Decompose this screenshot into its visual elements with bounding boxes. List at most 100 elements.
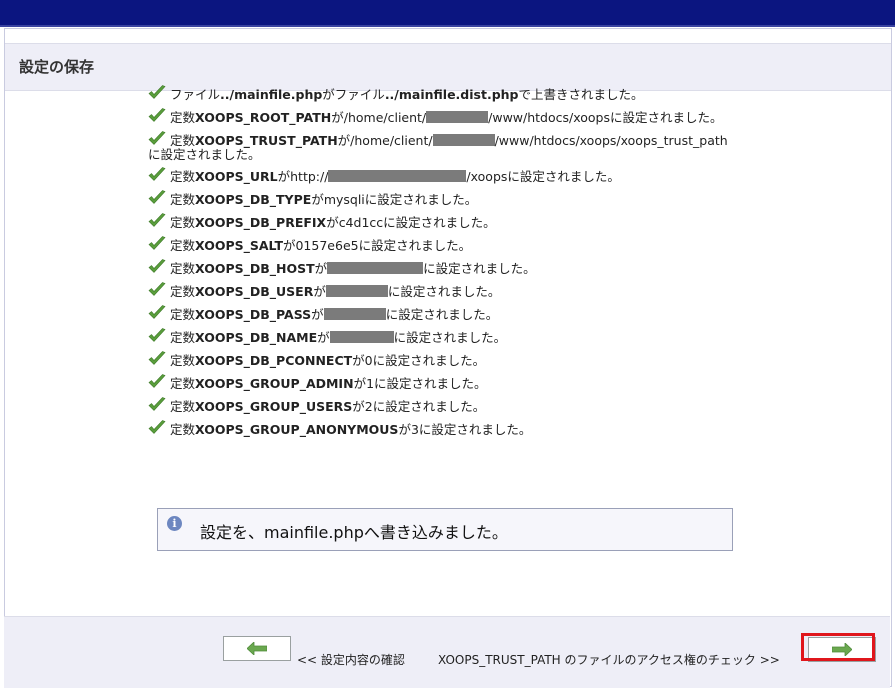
list-item: 定数XOOPS_SALTが0157e6e5に設定されました。: [148, 236, 788, 253]
msg-text: がc4d1ccに設定されました。: [326, 215, 496, 230]
back-button[interactable]: [223, 636, 291, 661]
constant-name: XOOPS_DB_PREFIX: [195, 215, 327, 230]
msg-bold: /mainfile.php: [229, 87, 323, 102]
result-list: ファイル../mainfile.phpがファイル../mainfile.dist…: [148, 85, 788, 446]
msg-text: に設定されました。: [423, 261, 536, 276]
msg-text: が/home/client/: [331, 110, 427, 125]
navigation-footer: << 設定内容の確認 XOOPS_TRUST_PATH のファイルのアクセス権の…: [4, 616, 890, 688]
constant-name: XOOPS_DB_USER: [195, 284, 314, 299]
arrow-left-icon: [247, 642, 267, 655]
list-item: 定数XOOPS_DB_PASSが に設定されました。: [148, 305, 788, 322]
check-icon: [148, 213, 166, 229]
check-icon: [148, 190, 166, 206]
redacted-block: [327, 262, 424, 274]
redacted-block: [325, 285, 388, 297]
check-icon: [148, 236, 166, 252]
msg-prefix: 定数: [170, 353, 196, 368]
list-item: 定数XOOPS_DB_HOSTが に設定されました。: [148, 259, 788, 276]
constant-name: XOOPS_SALT: [195, 238, 283, 253]
msg-prefix: 定数: [170, 169, 196, 184]
check-icon: [148, 328, 166, 344]
msg-text: が: [317, 330, 330, 345]
constant-name: XOOPS_DB_PCONNECT: [195, 353, 353, 368]
msg-text: がhttp://: [277, 169, 329, 184]
top-banner: [0, 0, 895, 28]
check-icon: [148, 374, 166, 390]
list-item: 定数XOOPS_DB_TYPEがmysqliに設定されました。: [148, 190, 788, 207]
msg-text: に設定されました。: [387, 284, 501, 299]
msg-text: が/home/client/: [337, 133, 433, 148]
constant-name: XOOPS_DB_TYPE: [195, 192, 312, 207]
msg-prefix: 定数: [170, 133, 196, 148]
next-link[interactable]: XOOPS_TRUST_PATH のファイルのアクセス権のチェック >>: [438, 651, 780, 668]
check-icon: [148, 259, 166, 275]
list-item: ファイル../mainfile.phpがファイル../mainfile.dist…: [148, 85, 788, 102]
constant-name: XOOPS_GROUP_ANONYMOUS: [195, 422, 399, 437]
list-item: 定数XOOPS_GROUP_USERSが2に設定されました。: [148, 397, 788, 414]
list-item: 定数XOOPS_DB_PREFIXがc4d1ccに設定されました。: [148, 213, 788, 230]
info-message: i 設定を、mainfile.phpへ書き込みました。: [157, 508, 733, 551]
list-item: 定数XOOPS_ROOT_PATHが/home/client/ /www/htdo…: [148, 108, 788, 125]
redacted-block: [323, 308, 386, 320]
msg-text: が: [311, 307, 324, 322]
msg-text: で上書きされました。: [518, 87, 644, 102]
constant-name: XOOPS_GROUP_USERS: [195, 399, 353, 414]
redacted-block: [328, 170, 467, 182]
check-icon: [148, 305, 166, 321]
msg-prefix: 定数: [170, 110, 196, 125]
check-icon: [148, 167, 166, 183]
msg-prefix: 定数: [170, 284, 196, 299]
list-item: 定数XOOPS_URLがhttp:// /xoopsに設定されました。: [148, 167, 788, 184]
msg-text: が1に設定されました。: [353, 376, 487, 391]
msg-bold: ..: [220, 87, 230, 102]
redacted-block: [329, 331, 394, 343]
msg-prefix: 定数: [170, 215, 196, 230]
constant-name: XOOPS_DB_PASS: [195, 307, 312, 322]
constant-name: XOOPS_DB_NAME: [195, 330, 318, 345]
check-icon: [148, 397, 166, 413]
back-link[interactable]: << 設定内容の確認: [297, 651, 405, 668]
msg-prefix: 定数: [170, 238, 196, 253]
msg-text: /www/htdocs/xoops/xoops_trust_path: [494, 133, 728, 148]
redacted-block: [426, 111, 489, 123]
page-title: 設定の保存: [19, 58, 95, 76]
msg-text: が0に設定されました。: [352, 353, 486, 368]
msg-prefix: 定数: [170, 261, 196, 276]
list-item: 定数XOOPS_GROUP_ANONYMOUSが3に設定されました。: [148, 420, 788, 437]
msg-text: /xoopsに設定されました。: [466, 169, 620, 184]
list-item: 定数XOOPS_DB_USERが に設定されました。: [148, 282, 788, 299]
msg-text: に設定されました。: [148, 147, 261, 162]
msg-text: ファイル: [170, 87, 221, 102]
msg-text: が0157e6e5に設定されました。: [282, 238, 472, 253]
msg-text: /www/htdocs/xoopsに設定されました。: [488, 110, 723, 125]
redacted-block: [432, 134, 495, 146]
msg-text: に設定されました。: [393, 330, 507, 345]
check-icon: [148, 85, 166, 101]
msg-prefix: 定数: [170, 376, 196, 391]
list-item: 定数XOOPS_TRUST_PATHが/home/client/ /www/htd…: [148, 131, 788, 162]
msg-prefix: 定数: [170, 422, 196, 437]
highlight-frame: [801, 633, 875, 661]
msg-text: が2に設定されました。: [352, 399, 486, 414]
msg-bold: ../mainfile.dist.php: [384, 87, 519, 102]
msg-prefix: 定数: [170, 399, 196, 414]
msg-text: が: [314, 261, 328, 276]
check-icon: [148, 131, 166, 147]
check-icon: [148, 282, 166, 298]
msg-prefix: 定数: [170, 192, 196, 207]
msg-text: に設定されました。: [385, 307, 499, 322]
check-icon: [148, 108, 166, 124]
section-header: 設定の保存: [5, 43, 891, 91]
info-icon: i: [167, 516, 182, 531]
check-icon: [148, 420, 166, 436]
constant-name: XOOPS_URL: [195, 169, 278, 184]
info-text: 設定を、mainfile.phpへ書き込みました。: [200, 523, 508, 542]
msg-text: がmysqliに設定されました。: [311, 192, 478, 207]
constant-name: XOOPS_TRUST_PATH: [195, 133, 338, 148]
constant-name: XOOPS_GROUP_ADMIN: [195, 376, 354, 391]
msg-text: がファイル: [322, 87, 385, 102]
list-item: 定数XOOPS_GROUP_ADMINが1に設定されました。: [148, 374, 788, 391]
check-icon: [148, 351, 166, 367]
list-item: 定数XOOPS_DB_PCONNECTが0に設定されました。: [148, 351, 788, 368]
list-item: 定数XOOPS_DB_NAMEが に設定されました。: [148, 328, 788, 345]
